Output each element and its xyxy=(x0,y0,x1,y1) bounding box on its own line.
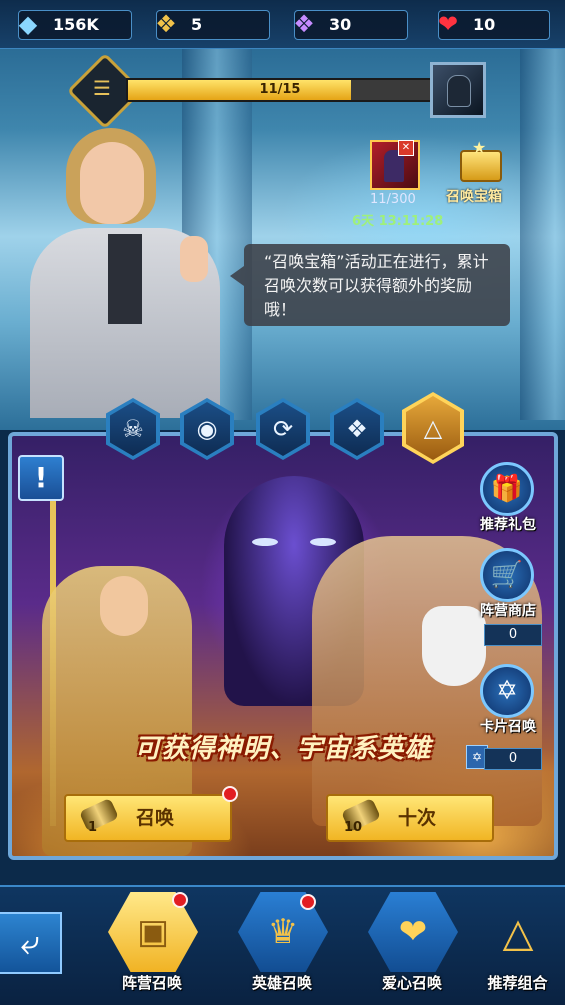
resource-purple-scrolls[interactable]: ❖ 30 xyxy=(293,10,408,40)
scroll-icon: ❖ xyxy=(155,10,177,38)
gift-box-icon: 🎁 xyxy=(490,474,524,504)
notification-badge xyxy=(172,892,188,908)
list-icon: ☰ xyxy=(93,76,111,100)
faction-shop-label: 阵营商店 xyxy=(480,603,536,619)
close-icon: ✕ xyxy=(398,140,414,156)
summon-progress-bar: 11/15 xyxy=(126,78,434,102)
nav-faction-summon-label: 阵营召唤 xyxy=(121,974,182,992)
star-card-icon: ✡ xyxy=(496,676,518,706)
scroll-count: 5 xyxy=(191,15,203,34)
chest-progress-count: 11/300 xyxy=(370,192,416,207)
resource-hearts[interactable]: ❤ 10 xyxy=(438,10,550,40)
skull-icon: ☠ xyxy=(110,402,156,456)
cosmic-eye-right xyxy=(310,538,336,546)
back-arrow-icon: ⤶ xyxy=(20,923,40,963)
goddess-head xyxy=(100,576,148,636)
swirl-icon: ⟳ xyxy=(260,402,306,456)
notification-badge xyxy=(222,786,238,802)
card-summon-button[interactable]: ✡ xyxy=(480,664,534,718)
scene-pillar xyxy=(520,40,565,420)
speech-text: “召唤宝箱”活动正在进行，累计召唤次数可以获得额外的奖励哦！ xyxy=(264,252,489,319)
card-summon-count: 0 xyxy=(484,748,542,770)
wolf-icon: ❖ xyxy=(334,402,380,456)
recommended-gift-button[interactable]: 🎁 xyxy=(480,462,534,516)
card-summon-label: 卡片召唤 xyxy=(480,719,536,735)
purple-scroll-icon: ❖ xyxy=(293,10,315,38)
guide-face xyxy=(80,142,144,224)
hero-silhouette-icon xyxy=(447,75,471,107)
guide-hand xyxy=(180,236,208,282)
summon-chest-button[interactable]: ★ xyxy=(456,138,502,182)
guide-character xyxy=(30,128,230,418)
guide-shirt xyxy=(108,234,142,324)
nav-recommended-combo-label: 推荐组合 xyxy=(487,974,548,992)
summon-once-button[interactable]: 1 召唤 xyxy=(64,794,232,842)
notification-badge xyxy=(300,894,316,910)
nav-hero-summon-label: 英雄召唤 xyxy=(251,974,312,992)
chest-countdown: 6天 13:11:28 xyxy=(352,214,444,229)
info-button[interactable]: ! xyxy=(18,455,64,501)
summon-ten-button[interactable]: 10 十次 xyxy=(326,794,494,842)
resource-scrolls[interactable]: ❖ 5 xyxy=(155,10,270,40)
diamond-count: 156K xyxy=(53,15,99,34)
summon-ten-label: 十次 xyxy=(397,807,436,829)
recommended-gift-label: 推荐礼包 xyxy=(480,517,536,533)
mask-icon: ◉ xyxy=(184,402,230,456)
heart-icon: ❤ xyxy=(437,10,459,38)
resource-diamonds[interactable]: ◆ 156K xyxy=(18,10,132,40)
star-icon: ★ xyxy=(472,138,487,157)
resource-bar: ◆ 156K ❖ 5 ❖ 30 ❤ 10 xyxy=(0,0,565,49)
triangle-star-icon: △ xyxy=(406,396,460,460)
shopping-cart-icon: 🛒 xyxy=(490,560,524,590)
back-button[interactable]: ⤶ xyxy=(0,912,62,974)
triangle-star-icon[interactable]: △ xyxy=(490,905,546,961)
speech-bubble: “召唤宝箱”活动正在进行，累计召唤次数可以获得额外的奖励哦！ xyxy=(230,244,510,326)
heart-count: 10 xyxy=(473,15,496,34)
reward-hero-portrait[interactable] xyxy=(430,62,486,118)
faction-shop-count: 0 xyxy=(484,624,542,646)
purple-scroll-count: 30 xyxy=(329,15,352,34)
cosmic-eye-left xyxy=(252,538,278,546)
faction-shop-button[interactable]: 🛒 xyxy=(480,548,534,602)
summon-chest-label: 召唤宝箱 xyxy=(446,189,502,205)
diamond-icon: ◆ xyxy=(18,10,38,38)
summon-progress-text: 11/15 xyxy=(259,82,301,97)
nav-love-summon-label: 爱心召唤 xyxy=(381,974,442,992)
summon-once-label: 召唤 xyxy=(135,807,174,829)
